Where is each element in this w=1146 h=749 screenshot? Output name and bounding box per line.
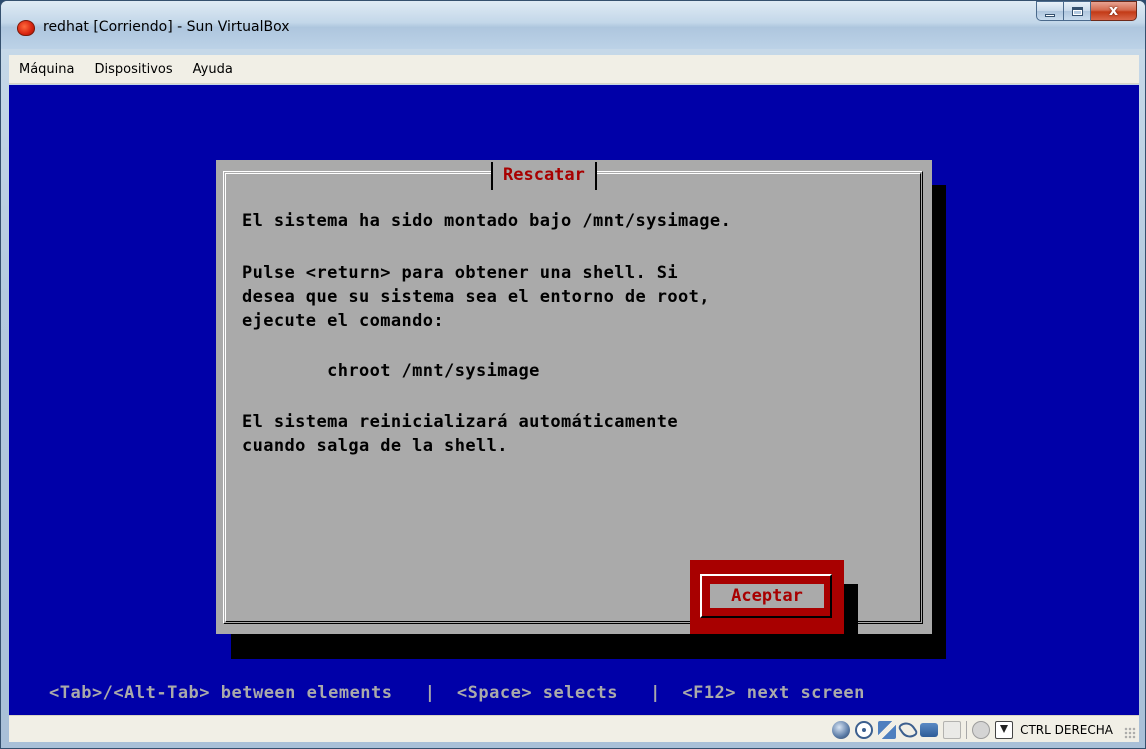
keyboard-help-line: <Tab>/<Alt-Tab> between elements | <Spac… [49,683,865,703]
dialog-border [223,171,923,624]
minimize-icon [1045,13,1055,17]
dialog-message-line: ejecute el comando: [242,311,445,331]
caption-buttons: x [1036,1,1137,23]
cd-rom-icon[interactable] [855,720,874,739]
dialog-message-line: El sistema reinicializará automáticament… [242,412,679,432]
virtualbox-app-icon [17,20,35,36]
maximize-icon [1071,6,1083,16]
dialog-title: Rescatar [491,162,597,190]
minimize-button[interactable] [1036,1,1064,21]
guest-screen[interactable]: Rescatar El sistema ha sido montado bajo… [9,85,1139,715]
menu-machine[interactable]: Máquina [17,59,77,80]
menu-help[interactable]: Ayuda [191,59,235,80]
dialog-message-line: El sistema ha sido montado bajo /mnt/sys… [242,211,732,231]
host-key-label: CTRL DERECHA [1020,722,1113,737]
host-key-icon [995,720,1014,739]
menu-devices[interactable]: Dispositivos [93,59,175,80]
rescue-dialog: Rescatar El sistema ha sido montado bajo… [216,160,932,659]
virtualbox-window: redhat [Corriendo] - Sun VirtualBox x Má… [0,0,1146,749]
close-button[interactable]: x [1091,1,1137,21]
dialog-message-line: desea que su sistema sea el entorno de r… [242,287,710,307]
usb-icon[interactable] [897,718,919,741]
maximize-button[interactable] [1064,1,1091,21]
dialog-message-line: Pulse <return> para obtener una shell. S… [242,263,679,283]
mouse-integration-icon[interactable] [972,720,991,739]
window-title: redhat [Corriendo] - Sun VirtualBox [43,19,290,35]
accept-button-frame: Aceptar [700,574,832,618]
shared-folders-icon[interactable] [920,722,939,737]
title-bar[interactable]: redhat [Corriendo] - Sun VirtualBox x [1,1,1145,49]
remote-display-icon[interactable] [943,720,962,739]
network-icon[interactable] [878,720,897,739]
resize-grip[interactable] [1124,727,1136,739]
accept-button[interactable]: Aceptar [690,560,844,634]
dialog-message-line: cuando salga de la shell. [242,436,508,456]
hard-disk-icon[interactable] [832,720,851,739]
menu-bar: Máquina Dispositivos Ayuda [9,55,1139,84]
status-separator [966,720,968,739]
accept-button-label: Aceptar [710,584,824,608]
status-indicators: CTRL DERECHA [832,718,1113,741]
close-icon: x [1108,3,1119,19]
status-bar: CTRL DERECHA [9,715,1139,742]
dialog-command-line: chroot /mnt/sysimage [242,361,540,381]
